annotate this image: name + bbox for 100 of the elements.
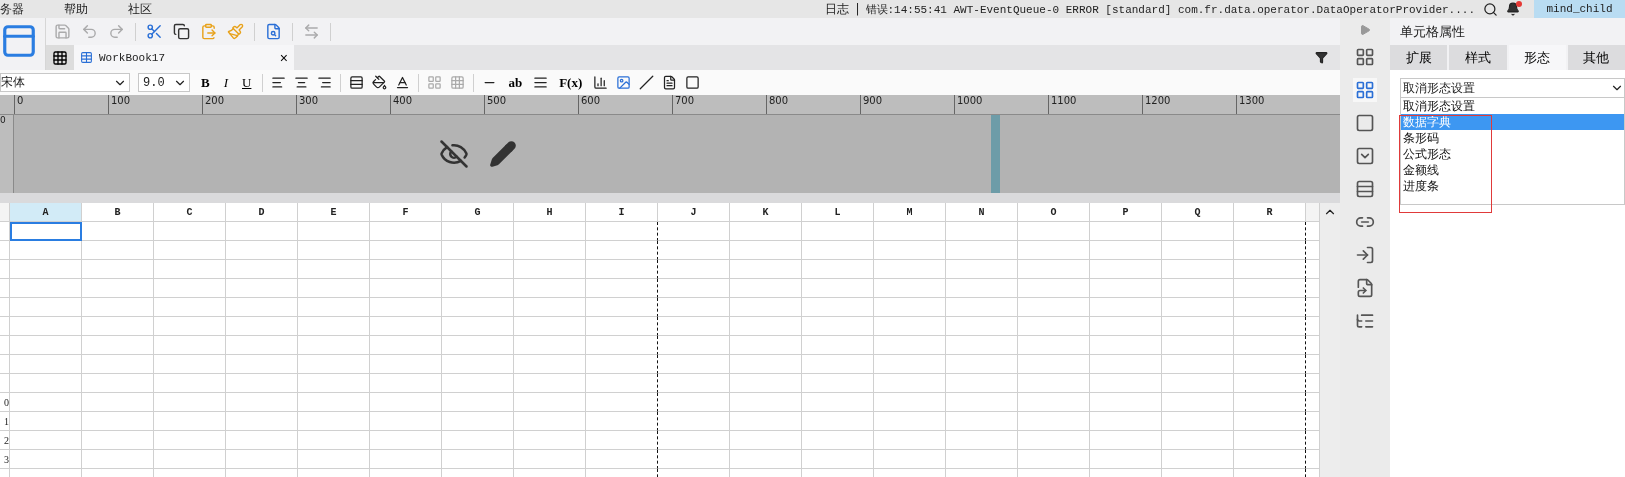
panel-tab[interactable]: 扩展 <box>1390 45 1448 70</box>
pencil-icon[interactable] <box>488 140 517 168</box>
column-header[interactable]: Q <box>1162 203 1234 222</box>
panel-tab[interactable]: 形态 <box>1508 45 1566 70</box>
table-cell[interactable] <box>1234 279 1306 298</box>
column-header[interactable]: I <box>586 203 658 222</box>
table-cell[interactable] <box>586 222 658 241</box>
scissors-icon[interactable] <box>146 23 163 40</box>
menu-item[interactable]: 帮助 <box>64 0 102 18</box>
document-icon[interactable] <box>662 75 678 90</box>
column-header[interactable]: L <box>802 203 874 222</box>
table-cell[interactable] <box>1234 260 1306 279</box>
table-cell[interactable] <box>586 317 658 336</box>
dropdown-option[interactable]: 取消形态设置 <box>1401 98 1624 114</box>
table-cell[interactable] <box>586 260 658 279</box>
table-cell[interactable] <box>1234 431 1306 450</box>
column-header[interactable]: R <box>1234 203 1306 222</box>
column-header[interactable]: E <box>298 203 370 222</box>
image-icon[interactable] <box>616 75 632 90</box>
size-field[interactable]: 9.0 <box>138 73 190 92</box>
split-icon[interactable] <box>450 75 466 90</box>
bell-icon[interactable] <box>1506 2 1520 16</box>
column-header[interactable]: O <box>1018 203 1090 222</box>
shape-dropdown[interactable]: 取消形态设置 <box>1400 78 1625 98</box>
table-cell[interactable] <box>1234 241 1306 260</box>
search-icon[interactable] <box>1483 1 1498 17</box>
table-cell[interactable] <box>1234 374 1306 393</box>
table-cell[interactable] <box>586 355 658 374</box>
border-icon[interactable] <box>349 75 365 90</box>
designer-icon[interactable] <box>0 22 38 60</box>
menu-item[interactable]: 社区 <box>128 0 166 18</box>
align-center-icon[interactable] <box>294 75 310 90</box>
slash-icon[interactable] <box>639 75 655 90</box>
table-cell[interactable] <box>1234 298 1306 317</box>
border-box-icon[interactable] <box>685 75 701 90</box>
cell-attribute-icon[interactable] <box>1353 78 1377 102</box>
text-button[interactable]: ab <box>505 74 526 91</box>
font-field[interactable]: 宋体 <box>0 73 130 92</box>
table-cell[interactable] <box>1234 450 1306 469</box>
row-header[interactable] <box>0 336 10 355</box>
new-sheet-icon[interactable] <box>46 45 74 70</box>
formula-button[interactable]: F(x) <box>556 74 586 91</box>
align-left-icon[interactable] <box>271 75 287 90</box>
table-cell[interactable] <box>1234 317 1306 336</box>
table-cell[interactable] <box>586 412 658 431</box>
column-header[interactable]: D <box>226 203 298 222</box>
log-link[interactable]: 日志 <box>825 0 850 18</box>
paragraph-icon[interactable] <box>533 75 549 90</box>
eye-off-icon[interactable] <box>438 139 469 169</box>
panel-tab[interactable]: 其他 <box>1567 45 1625 70</box>
column-header[interactable]: G <box>442 203 514 222</box>
table-cell[interactable] <box>586 298 658 317</box>
paste-icon[interactable] <box>200 23 217 40</box>
user-name[interactable]: mind_child <box>1534 0 1625 18</box>
column-header[interactable]: N <box>946 203 1018 222</box>
column-header[interactable]: C <box>154 203 226 222</box>
row-header[interactable] <box>0 279 10 298</box>
table-cell[interactable] <box>586 450 658 469</box>
table-cell[interactable] <box>586 279 658 298</box>
row-header[interactable]: 1 <box>0 412 10 431</box>
column-header[interactable]: A <box>10 203 82 222</box>
merge-icon[interactable] <box>427 75 443 90</box>
filter-icon[interactable] <box>1315 51 1328 64</box>
font-color-icon[interactable] <box>395 75 411 90</box>
workbook-tab[interactable]: WorkBook17 × <box>74 45 294 70</box>
italic-button[interactable]: I <box>220 74 231 91</box>
row-header[interactable] <box>0 317 10 336</box>
dropdown-option[interactable]: 进度条 <box>1401 178 1624 194</box>
dropdown-option[interactable]: 金额线 <box>1401 162 1624 178</box>
panel-tab[interactable]: 样式 <box>1449 45 1507 70</box>
column-header[interactable]: J <box>658 203 730 222</box>
row-header[interactable]: 0 <box>0 393 10 412</box>
row-header[interactable] <box>0 355 10 374</box>
row-header[interactable] <box>0 374 10 393</box>
column-header[interactable]: M <box>874 203 946 222</box>
underline-button[interactable]: U <box>239 74 255 91</box>
column-header[interactable]: B <box>82 203 154 222</box>
table-cell[interactable] <box>1234 355 1306 374</box>
row-header[interactable] <box>0 222 10 241</box>
table-cell[interactable] <box>586 393 658 412</box>
align-right-icon[interactable] <box>317 75 333 90</box>
row-header[interactable] <box>0 298 10 317</box>
column-header[interactable]: K <box>730 203 802 222</box>
scrollbar[interactable] <box>1320 203 1340 477</box>
column-header[interactable]: P <box>1090 203 1162 222</box>
column-header[interactable]: F <box>370 203 442 222</box>
row-header[interactable] <box>0 241 10 260</box>
dropdown-option[interactable]: 公式形态 <box>1401 146 1624 162</box>
table-cell[interactable] <box>586 431 658 450</box>
document-search-icon[interactable] <box>265 23 282 40</box>
table-cell[interactable] <box>586 241 658 260</box>
fill-icon[interactable] <box>372 75 388 90</box>
table-cell[interactable] <box>586 336 658 355</box>
table-cell[interactable] <box>1234 393 1306 412</box>
row-header[interactable]: 3 <box>0 450 10 469</box>
copy-icon[interactable] <box>173 23 190 40</box>
close-button[interactable]: × <box>279 49 288 66</box>
table-cell[interactable] <box>1234 336 1306 355</box>
dropdown-option[interactable]: 条形码 <box>1401 130 1624 146</box>
column-header[interactable]: H <box>514 203 586 222</box>
